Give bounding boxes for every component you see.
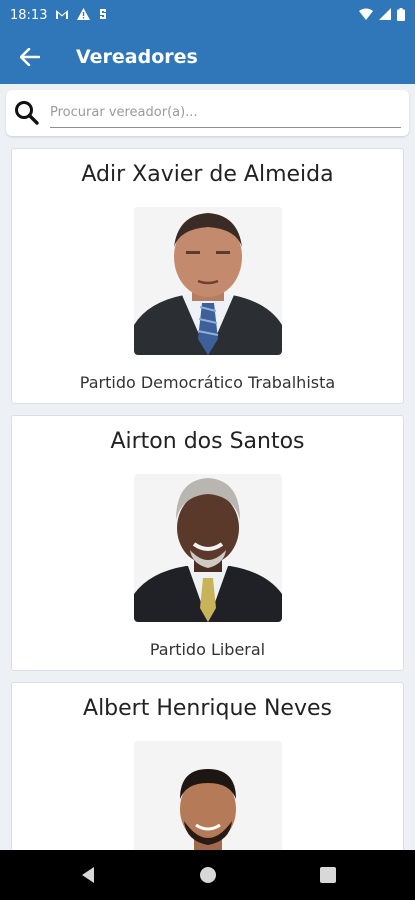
alert-icon	[77, 8, 91, 22]
nav-recents-button[interactable]	[308, 855, 348, 895]
vereador-party: Partido Liberal	[149, 640, 266, 659]
vereador-name: Adir Xavier de Almeida	[81, 162, 334, 187]
nav-home-button[interactable]	[188, 855, 228, 895]
back-button[interactable]	[0, 30, 60, 84]
battery-icon	[397, 7, 405, 23]
page-title: Vereadores	[76, 46, 198, 68]
status-bar: 18:13	[0, 0, 415, 30]
status-time: 18:13	[10, 7, 48, 23]
search-input[interactable]	[50, 98, 401, 128]
vereador-party: Partido Democrático Trabalhista	[79, 373, 336, 392]
wifi-icon	[359, 8, 373, 22]
search-bar	[6, 90, 409, 136]
vereador-name: Albert Henrique Neves	[83, 696, 332, 721]
gmail-icon	[55, 9, 69, 22]
nav-recents-icon	[319, 867, 336, 883]
search-icon[interactable]	[14, 100, 40, 126]
vereadores-list: Adir Xavier de Almeida Partido Democráti…	[0, 148, 415, 850]
signal-icon	[379, 8, 391, 22]
vereador-photo	[134, 207, 282, 355]
app-bar: Vereadores	[0, 30, 415, 84]
vereador-name: Airton dos Santos	[110, 429, 305, 454]
nav-back-button[interactable]	[68, 855, 108, 895]
vereador-photo	[134, 474, 282, 622]
arrow-back-icon	[20, 48, 40, 66]
sync-icon	[98, 8, 108, 22]
vereador-card[interactable]: Adir Xavier de Almeida Partido Democráti…	[11, 148, 404, 404]
vereador-photo	[134, 741, 282, 850]
nav-home-icon	[199, 867, 216, 883]
vereador-card[interactable]: Albert Henrique Neves	[11, 682, 404, 850]
system-nav-bar	[0, 850, 415, 900]
nav-back-icon	[81, 867, 94, 883]
vereador-card[interactable]: Airton dos Santos Partido Liberal	[11, 415, 404, 671]
